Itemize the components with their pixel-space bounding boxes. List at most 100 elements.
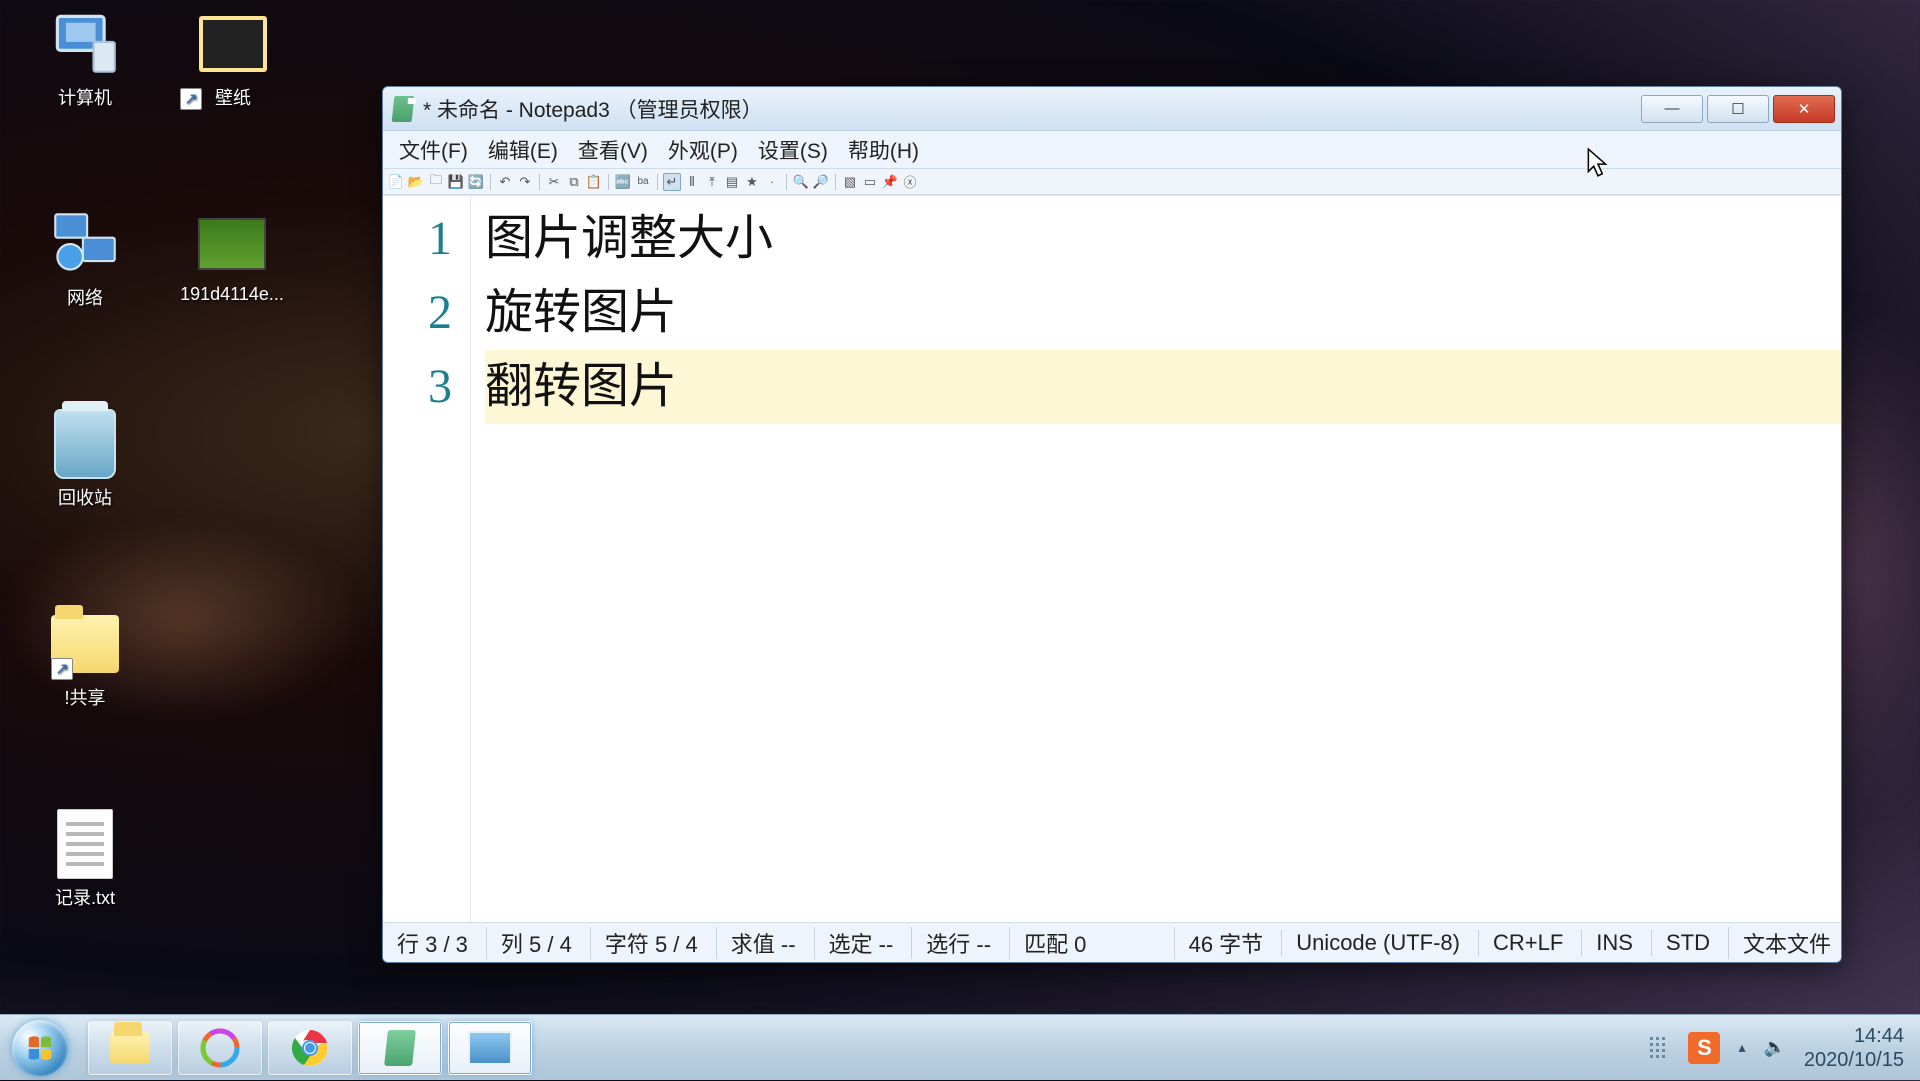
task-notepad3[interactable] xyxy=(358,1021,442,1075)
statusbar: 行 3 / 3 列 5 / 4 字符 5 / 4 求值 -- 选定 -- 选行 … xyxy=(383,922,1841,962)
toolbar: 📄 📂 🗀 💾 🔄 ↶ ↷ ✂ ⧉ 📋 🔤 ba ↵ ⫴ ⤒ ▤ ★ · 🔍 🔎… xyxy=(383,169,1841,195)
desktop-icon-picture[interactable]: 191d4114e... xyxy=(156,208,308,305)
task-browser-1[interactable] xyxy=(178,1021,262,1075)
status-row[interactable]: 行 3 / 3 xyxy=(393,927,468,959)
scheme-icon[interactable]: ▧ xyxy=(841,173,859,191)
swirl-browser-icon xyxy=(200,1028,240,1068)
new-file-icon[interactable]: 📄 xyxy=(387,173,405,191)
text-file-icon xyxy=(49,808,121,880)
indent-guides-icon[interactable]: ⫴ xyxy=(683,173,701,191)
computer-icon xyxy=(49,8,121,80)
menu-appearance[interactable]: 外观(P) xyxy=(658,131,748,169)
text-content[interactable]: 图片调整大小 旋转图片 翻转图片 xyxy=(471,196,1841,922)
redo-icon[interactable]: ↷ xyxy=(516,173,534,191)
maximize-button[interactable]: ☐ xyxy=(1707,95,1769,123)
show-whitespace-icon[interactable]: · xyxy=(763,173,781,191)
menu-edit[interactable]: 编辑(E) xyxy=(478,131,568,169)
paste-icon[interactable]: 📋 xyxy=(585,173,603,191)
task-chrome[interactable] xyxy=(268,1021,352,1075)
menu-help[interactable]: 帮助(H) xyxy=(838,131,929,169)
minimize-button[interactable]: — xyxy=(1641,95,1703,123)
clock-date: 2020/10/15 xyxy=(1804,1048,1904,1072)
desktop-icon-wallpaper[interactable]: ↗ 壁纸 xyxy=(178,8,288,110)
desktop-icon-network[interactable]: 网络 xyxy=(30,208,140,310)
icon-label: !共享 xyxy=(30,684,140,710)
line-number: 2 xyxy=(383,276,452,350)
chrome-icon xyxy=(290,1028,330,1068)
start-button[interactable] xyxy=(0,1015,80,1081)
zoom-in-icon[interactable]: 🔍 xyxy=(792,173,810,191)
desktop-icon-share[interactable]: ↗ !共享 xyxy=(30,608,140,710)
line-number: 1 xyxy=(383,202,452,276)
menu-file[interactable]: 文件(F) xyxy=(389,131,478,169)
picture-icon xyxy=(196,208,268,280)
network-icon xyxy=(49,208,121,280)
status-column[interactable]: 列 5 / 4 xyxy=(486,927,572,959)
editor-line: 旋转图片 xyxy=(485,276,1841,350)
open-file-icon[interactable]: 📂 xyxy=(407,173,425,191)
window-title: * 未命名 - Notepad3 （管理员权限） xyxy=(423,94,763,124)
pin-icon[interactable]: 📌 xyxy=(881,173,899,191)
desktop-icon-notes-txt[interactable]: 记录.txt xyxy=(30,808,140,910)
status-insert-mode[interactable]: INS xyxy=(1581,930,1633,956)
save-icon[interactable]: 💾 xyxy=(447,173,465,191)
cursor-icon xyxy=(1585,148,1611,178)
tray-expand-icon[interactable]: ▴ xyxy=(1738,1039,1745,1056)
system-tray: S ▴ 🔈 14:44 2020/10/15 xyxy=(1650,1024,1910,1072)
icon-label: 网络 xyxy=(30,284,140,310)
editor-area[interactable]: 1 2 3 图片调整大小 旋转图片 翻转图片 xyxy=(383,195,1841,922)
recycle-bin-icon xyxy=(49,408,121,480)
clear-icon[interactable]: ⓧ xyxy=(901,173,919,191)
image-viewer-icon xyxy=(468,1031,512,1065)
status-eol[interactable]: CR+LF xyxy=(1478,930,1563,956)
status-eval[interactable]: 求值 -- xyxy=(716,927,796,959)
volume-icon[interactable]: 🔈 xyxy=(1763,1037,1785,1058)
task-file-explorer[interactable] xyxy=(88,1021,172,1075)
desktop-icon-computer[interactable]: 计算机 xyxy=(30,8,140,110)
status-encoding[interactable]: Unicode (UTF-8) xyxy=(1281,930,1460,956)
browse-icon[interactable]: 🗀 xyxy=(427,173,445,191)
zoom-out-icon[interactable]: 🔎 xyxy=(812,173,830,191)
folder-icon: ↗ xyxy=(49,608,121,680)
shortcut-badge-icon: ↗ xyxy=(180,88,202,110)
find-replace-icon[interactable]: 🔤 xyxy=(614,173,632,191)
status-filetype[interactable]: 文本文件 xyxy=(1728,927,1831,959)
undo-icon[interactable]: ↶ xyxy=(496,173,514,191)
customize-icon[interactable]: ▭ xyxy=(861,173,879,191)
line-number-gutter: 1 2 3 xyxy=(383,196,471,922)
folder-icon: ↗ xyxy=(197,8,269,80)
desktop-icon-recycle-bin[interactable]: 回收站 xyxy=(30,408,140,510)
status-std[interactable]: STD xyxy=(1651,930,1710,956)
cut-icon[interactable]: ✂ xyxy=(545,173,563,191)
notepad3-window: * 未命名 - Notepad3 （管理员权限） — ☐ ✕ 文件(F) 编辑(… xyxy=(382,86,1842,963)
ime-indicator[interactable]: S xyxy=(1688,1032,1720,1064)
tray-clock[interactable]: 14:44 2020/10/15 xyxy=(1804,1024,1910,1072)
status-selection[interactable]: 选定 -- xyxy=(814,927,894,959)
menu-settings[interactable]: 设置(S) xyxy=(748,131,838,169)
notepad3-icon xyxy=(384,1030,416,1066)
icon-label: 记录.txt xyxy=(30,884,140,910)
icon-label: 回收站 xyxy=(30,484,140,510)
status-matches[interactable]: 匹配 0 xyxy=(1009,927,1086,959)
status-sel-lines[interactable]: 选行 -- xyxy=(911,927,991,959)
editor-line: 图片调整大小 xyxy=(485,202,1841,276)
titlebar[interactable]: * 未命名 - Notepad3 （管理员权限） — ☐ ✕ xyxy=(383,87,1841,131)
menubar: 文件(F) 编辑(E) 查看(V) 外观(P) 设置(S) 帮助(H) xyxy=(383,131,1841,169)
fold-icon[interactable]: ⤒ xyxy=(703,173,721,191)
shortcut-badge-icon: ↗ xyxy=(51,658,73,680)
refresh-icon[interactable]: 🔄 xyxy=(467,173,485,191)
status-char[interactable]: 字符 5 / 4 xyxy=(590,927,698,959)
favorite-icon[interactable]: ★ xyxy=(743,173,761,191)
clock-time: 14:44 xyxy=(1804,1024,1904,1048)
menu-view[interactable]: 查看(V) xyxy=(568,131,658,169)
exec-icon[interactable]: ▤ xyxy=(723,173,741,191)
tray-drag-handle-icon[interactable] xyxy=(1650,1028,1670,1068)
app-icon xyxy=(392,96,415,122)
copy-icon[interactable]: ⧉ xyxy=(565,173,583,191)
status-bytes[interactable]: 46 字节 xyxy=(1174,927,1264,959)
close-button[interactable]: ✕ xyxy=(1773,95,1835,123)
task-image-viewer[interactable] xyxy=(448,1021,532,1075)
taskbar: S ▴ 🔈 14:44 2020/10/15 xyxy=(0,1014,1920,1080)
word-icon[interactable]: ba xyxy=(634,173,652,191)
wordwrap-icon[interactable]: ↵ xyxy=(663,173,681,191)
